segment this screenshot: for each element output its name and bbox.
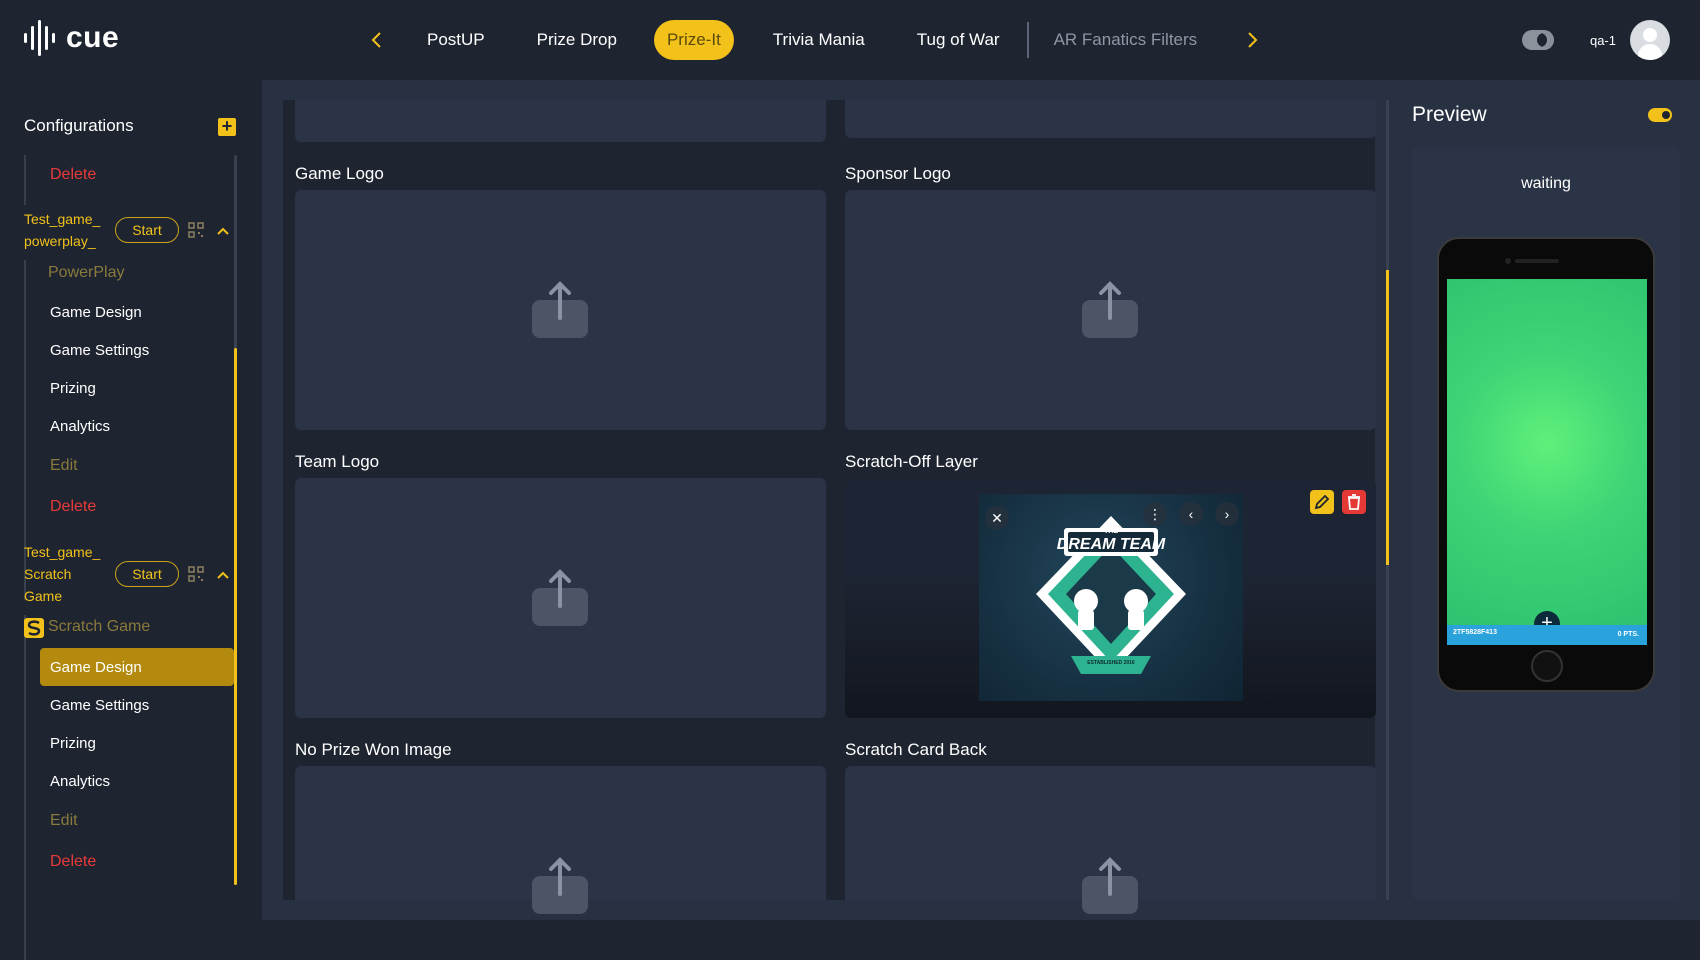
logo-text-the: THE xyxy=(1104,528,1118,535)
preview-panel: waiting + 2TF5828F413 0 PTS. xyxy=(1412,147,1680,900)
no-prize-won-image-upload[interactable] xyxy=(295,766,826,914)
sidebar-item-game-design-active[interactable]: Game Design xyxy=(50,659,142,676)
configurations-sidebar: Configurations + Delete Test_game_ power… xyxy=(0,80,262,960)
phone-home-button xyxy=(1531,650,1563,682)
sidebar-item-analytics[interactable]: Analytics xyxy=(50,418,110,435)
chevron-up-icon[interactable] xyxy=(216,570,230,580)
scratch-card-back-label: Scratch Card Back xyxy=(845,740,987,759)
team-logo-label: Team Logo xyxy=(295,452,380,471)
phone-mockup: + 2TF5828F413 0 PTS. xyxy=(1437,237,1655,692)
upload-icon xyxy=(532,281,588,338)
upload-box-partial[interactable] xyxy=(845,100,1376,138)
brand-name: cue xyxy=(66,21,120,54)
edit-game-button[interactable]: Edit xyxy=(50,457,78,475)
game-logo-label: Game Logo xyxy=(295,164,384,183)
preview-toggle[interactable] xyxy=(1648,108,1672,122)
edit-image-button[interactable] xyxy=(1310,490,1334,514)
phone-camera xyxy=(1505,258,1511,264)
upload-box-partial[interactable] xyxy=(295,100,826,142)
chevron-left-icon[interactable]: ‹ xyxy=(1179,502,1203,526)
edit-game-button[interactable]: Edit xyxy=(50,812,78,830)
sidebar-scroll-thumb[interactable] xyxy=(234,348,237,885)
upload-icon xyxy=(532,857,588,914)
chevron-right-icon[interactable]: › xyxy=(1215,502,1239,526)
logo-text-ribbon: ESTABLISHED 2016 xyxy=(1087,660,1135,666)
nav-prev-arrow[interactable] xyxy=(366,28,386,52)
nav-next-arrow[interactable] xyxy=(1243,28,1263,52)
nav-divider xyxy=(1026,22,1029,58)
add-configuration-button[interactable]: + xyxy=(218,117,236,136)
delete-config-button[interactable]: Delete xyxy=(50,166,96,184)
preview-status: waiting xyxy=(1521,175,1571,192)
no-prize-won-image-label: No Prize Won Image xyxy=(295,740,452,759)
close-icon[interactable]: ✕ xyxy=(985,506,1009,530)
upload-icon xyxy=(1082,857,1138,914)
upload-icon xyxy=(1082,281,1138,338)
team-logo-upload[interactable] xyxy=(295,478,826,718)
pencil-icon xyxy=(1314,494,1330,510)
content-scroll-thumb[interactable] xyxy=(1386,270,1389,565)
brand-logo[interactable]: cue xyxy=(22,20,119,56)
sidebar-item-prizing[interactable]: Prizing xyxy=(50,380,96,397)
sponsor-logo-label: Sponsor Logo xyxy=(845,164,951,183)
sidebar-item-game-settings[interactable]: Game Settings xyxy=(50,697,149,714)
game-type-label: Scratch Game xyxy=(48,618,151,635)
username: qa-1 xyxy=(1589,32,1616,48)
start-game-button[interactable]: Start xyxy=(115,217,179,243)
phone-bar-points: 0 PTS. xyxy=(1617,631,1639,638)
qr-code-icon[interactable] xyxy=(188,566,204,582)
phone-screen: + 2TF5828F413 0 PTS. xyxy=(1447,279,1647,645)
sidebar-item-analytics[interactable]: Analytics xyxy=(50,773,110,790)
delete-image-button[interactable] xyxy=(1342,490,1366,514)
scratch-off-layer-preview: THE DREAM TEAM ESTABLISHED 2016 ✕ ⋮ ‹ › xyxy=(845,480,1376,718)
scratch-game-s-icon xyxy=(24,618,44,638)
scratch-card-back-upload[interactable] xyxy=(845,766,1376,914)
tab-trivia-mania[interactable]: Trivia Mania xyxy=(760,20,878,60)
soundwave-logo-icon xyxy=(24,20,55,56)
trash-icon xyxy=(1348,494,1360,510)
game-name-powerplay[interactable]: Test_game_ powerplay_ xyxy=(24,208,108,252)
user-icon-body xyxy=(1638,44,1662,60)
sidebar-item-game-settings[interactable]: Game Settings xyxy=(50,342,149,359)
more-options-icon[interactable]: ⋮ xyxy=(1143,502,1167,526)
sidebar-item-game-design[interactable]: Game Design xyxy=(50,304,142,321)
scratch-off-image: THE DREAM TEAM ESTABLISHED 2016 ✕ ⋮ ‹ › xyxy=(979,494,1243,701)
game-name-scratch[interactable]: Test_game_ Scratch Game xyxy=(24,541,108,607)
tab-prize-it[interactable]: Prize-It xyxy=(653,20,734,60)
tab-ar-fanatics-filters[interactable]: AR Fanatics Filters xyxy=(1041,20,1211,60)
tab-tug-of-war[interactable]: Tug of War xyxy=(904,20,1013,60)
game-logo-upload[interactable] xyxy=(295,190,826,430)
top-bar: cue PostUP Prize Drop Prize-It Trivia Ma… xyxy=(0,0,1700,80)
tab-postup[interactable]: PostUP xyxy=(414,20,498,60)
tree-line xyxy=(24,615,26,960)
sidebar-item-prizing[interactable]: Prizing xyxy=(50,735,96,752)
delete-game-button[interactable]: Delete xyxy=(50,498,96,516)
phone-bar-code: 2TF5828F413 xyxy=(1453,629,1497,636)
phone-status-bar: 2TF5828F413 0 PTS. xyxy=(1447,625,1647,645)
phone-speaker xyxy=(1515,259,1559,263)
logo-text-dream-team: DREAM TEAM xyxy=(1056,536,1166,553)
chevron-left-icon xyxy=(371,32,381,48)
user-area: qa-1 xyxy=(1521,20,1670,60)
chevron-right-icon xyxy=(1248,32,1258,48)
scratch-off-layer-label: Scratch-Off Layer xyxy=(845,452,978,471)
tab-prize-drop[interactable]: Prize Drop xyxy=(524,20,630,60)
preview-title: Preview xyxy=(1412,103,1487,126)
game-type-tabs: PostUP Prize Drop Prize-It Trivia Mania … xyxy=(414,20,1236,60)
chevron-up-icon[interactable] xyxy=(216,226,230,236)
theme-toggle[interactable] xyxy=(1521,30,1554,50)
delete-game-button[interactable]: Delete xyxy=(50,853,96,871)
game-type-label: PowerPlay xyxy=(48,264,125,281)
qr-code-icon[interactable] xyxy=(188,222,204,238)
user-icon-head xyxy=(1643,28,1657,42)
sponsor-logo-upload[interactable] xyxy=(845,190,1376,430)
upload-icon xyxy=(532,569,588,626)
start-game-button[interactable]: Start xyxy=(115,561,179,587)
avatar[interactable] xyxy=(1630,20,1670,60)
tree-line xyxy=(24,155,26,205)
configurations-header: Configurations xyxy=(24,116,134,135)
